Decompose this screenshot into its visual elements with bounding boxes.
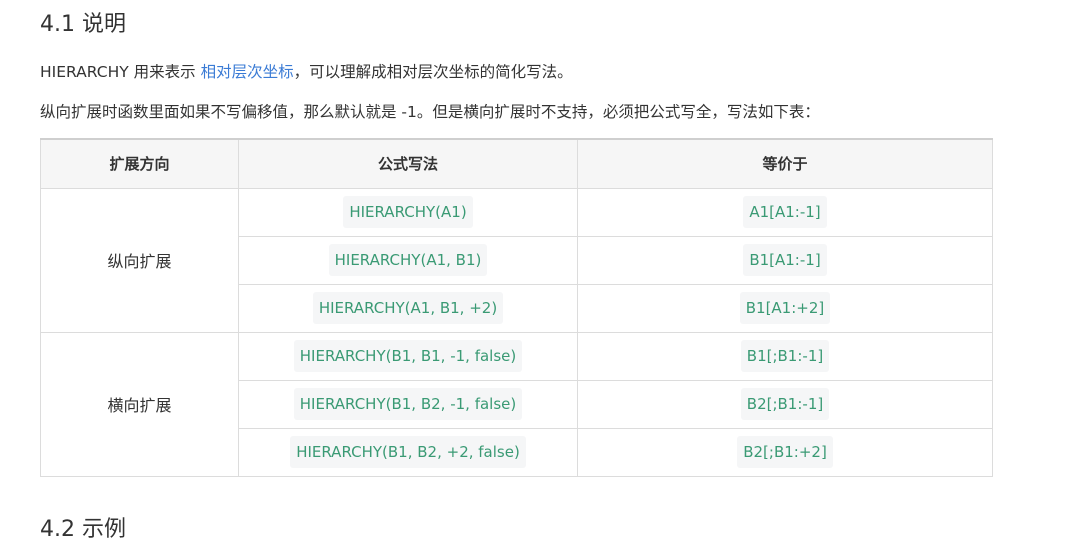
header-equivalent: 等价于 xyxy=(577,138,993,189)
equivalent-cell: B2[;B1:+2] xyxy=(577,427,993,477)
header-expand-direction: 扩展方向 xyxy=(40,138,239,189)
formula-cell: HIERARCHY(B1, B2, +2, false) xyxy=(238,427,578,477)
formula-code: HIERARCHY(A1, B1) xyxy=(328,244,488,276)
equivalent-cell: B1[;B1:-1] xyxy=(577,331,993,381)
equivalent-cell: A1[A1:-1] xyxy=(577,187,993,237)
equivalent-code: B2[;B1:-1] xyxy=(740,388,830,420)
formula-code: HIERARCHY(A1) xyxy=(343,196,473,228)
relative-hierarchy-coordinate-link[interactable]: 相对层次坐标 xyxy=(201,63,294,81)
table-header-row: 扩展方向 公式写法 等价于 xyxy=(40,138,993,189)
section-heading-4-1: 4.1 说明 xyxy=(40,12,126,37)
formula-code: HIERARCHY(B1, B2, +2, false) xyxy=(290,436,526,468)
formula-code: HIERARCHY(B1, B2, -1, false) xyxy=(293,388,523,420)
direction-cell-vertical: 纵向扩展 xyxy=(40,187,239,333)
intro-paragraph: HIERARCHY 用来表示 相对层次坐标，可以理解成相对层次坐标的简化写法。 xyxy=(40,60,573,82)
formula-cell: HIERARCHY(A1) xyxy=(238,187,578,237)
equivalent-code: B1[A1:+2] xyxy=(739,292,831,324)
formula-code: HIERARCHY(A1, B1, +2) xyxy=(312,292,504,324)
equivalent-cell: B1[A1:-1] xyxy=(577,235,993,285)
equivalent-code: A1[A1:-1] xyxy=(743,196,827,228)
equivalent-code: B2[;B1:+2] xyxy=(737,436,833,468)
formula-cell: HIERARCHY(B1, B2, -1, false) xyxy=(238,379,578,429)
equivalent-code: B1[;B1:-1] xyxy=(740,340,830,372)
equivalent-cell: B2[;B1:-1] xyxy=(577,379,993,429)
table-row: 纵向扩展 HIERARCHY(A1) A1[A1:-1] xyxy=(40,187,993,333)
intro-text-before: HIERARCHY 用来表示 xyxy=(40,63,201,81)
header-formula: 公式写法 xyxy=(238,138,578,189)
formula-cell: HIERARCHY(B1, B1, -1, false) xyxy=(238,331,578,381)
formula-code: HIERARCHY(B1, B1, -1, false) xyxy=(293,340,523,372)
section-heading-4-2: 4.2 示例 xyxy=(40,517,126,542)
formula-cell: HIERARCHY(A1, B1) xyxy=(238,235,578,285)
equivalent-code: B1[A1:-1] xyxy=(743,244,827,276)
formula-cell: HIERARCHY(A1, B1, +2) xyxy=(238,283,578,333)
equivalent-cell: B1[A1:+2] xyxy=(577,283,993,333)
direction-cell-horizontal: 横向扩展 xyxy=(40,331,239,477)
intro-text-after: ，可以理解成相对层次坐标的简化写法。 xyxy=(293,63,573,81)
hierarchy-formula-table: 扩展方向 公式写法 等价于 纵向扩展 HIERARCHY(A1) A1[A1:-… xyxy=(40,138,993,477)
table-row: 横向扩展 HIERARCHY(B1, B1, -1, false) B1[;B1… xyxy=(40,331,993,477)
expansion-note-paragraph: 纵向扩展时函数里面如果不写偏移值，那么默认就是 -1。但是横向扩展时不支持，必须… xyxy=(40,103,820,121)
